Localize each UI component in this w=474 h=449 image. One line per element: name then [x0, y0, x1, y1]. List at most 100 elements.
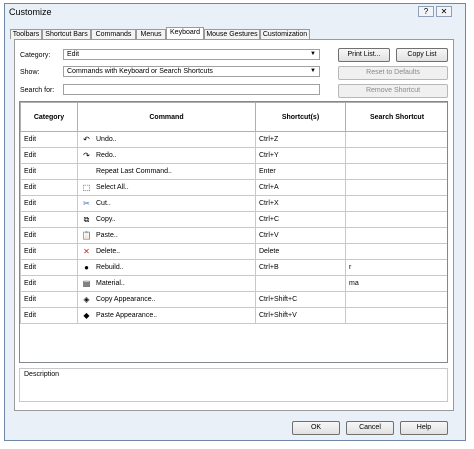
empty-cell — [256, 324, 346, 340]
show-select[interactable]: Commands with Keyboard or Search Shortcu… — [63, 66, 320, 77]
shortcut-cell[interactable]: Ctrl+X — [255, 195, 346, 212]
command-cell: ↷ Redo.. — [77, 147, 256, 164]
shortcut-table: Category Command Shortcut(s) Search Shor… — [19, 101, 448, 363]
category-cell: Edit — [20, 179, 78, 196]
tab-menus[interactable]: Menus — [136, 29, 166, 39]
tab-toolbars[interactable]: Toolbars — [10, 29, 42, 39]
remove-shortcut-button[interactable]: Remove Shortcut — [338, 84, 448, 98]
tab-shortcut-bars[interactable]: Shortcut Bars — [42, 29, 91, 39]
table-row[interactable]: Edit ✂ Cut.. Ctrl+X — [20, 195, 447, 212]
category-cell: Edit — [20, 163, 78, 180]
tab-mouse-gestures[interactable]: Mouse Gestures — [204, 29, 260, 39]
table-row[interactable]: Edit ⬚ Select All.. Ctrl+A — [20, 179, 447, 196]
column-header-command[interactable]: Command — [77, 102, 256, 132]
shortcut-cell[interactable]: Enter — [255, 163, 346, 180]
search-shortcut-cell[interactable] — [345, 243, 447, 260]
command-label: Material.. — [96, 280, 125, 287]
search-shortcut-cell[interactable]: r — [345, 259, 447, 276]
tab-keyboard[interactable]: Keyboard — [166, 27, 204, 39]
command-cell: 📋 Paste.. — [77, 227, 256, 244]
material-icon: ▤ — [82, 278, 91, 288]
command-label: Select All.. — [96, 184, 129, 191]
shortcut-cell[interactable]: Ctrl+B — [255, 259, 346, 276]
command-cell: ▤ Material.. — [77, 275, 256, 292]
ok-button[interactable]: OK — [292, 421, 340, 435]
shortcut-cell[interactable]: Ctrl+Shift+C — [255, 291, 346, 308]
search-shortcut-cell[interactable] — [345, 179, 447, 196]
empty-cell — [21, 324, 78, 340]
search-shortcut-cell[interactable] — [345, 211, 447, 228]
shortcut-cell[interactable]: Ctrl+Z — [255, 131, 346, 148]
table-row[interactable]: Edit Repeat Last Command.. Enter — [20, 163, 447, 180]
cancel-button[interactable]: Cancel — [346, 421, 394, 435]
table-row[interactable]: Edit 📋 Paste.. Ctrl+V — [20, 227, 447, 244]
command-label: Paste.. — [96, 232, 118, 239]
select-all-icon: ⬚ — [82, 182, 91, 192]
table-row[interactable]: Edit ✕ Delete.. Delete — [20, 243, 447, 260]
column-header-category[interactable]: Category — [20, 102, 78, 132]
command-label: Repeat Last Command.. — [96, 168, 172, 175]
search-shortcut-cell[interactable]: ma — [345, 275, 447, 292]
table-row[interactable]: Edit ↷ Redo.. Ctrl+Y — [20, 147, 447, 164]
command-label: Delete.. — [96, 248, 121, 255]
paste-icon: 📋 — [81, 230, 92, 240]
command-cell: ✕ Delete.. — [77, 243, 256, 260]
print-list-button[interactable]: Print List... — [338, 48, 390, 62]
shortcut-cell[interactable]: Ctrl+Y — [255, 147, 346, 164]
command-cell: ⬚ Select All.. — [77, 179, 256, 196]
shortcut-cell[interactable]: Ctrl+Shift+V — [255, 307, 346, 324]
category-label: Category: — [20, 52, 51, 59]
redo-icon: ↷ — [83, 150, 90, 160]
blank-icon — [81, 167, 92, 177]
table-row[interactable]: Edit ● Rebuild.. Ctrl+B r — [20, 259, 447, 276]
close-icon[interactable]: ✕ — [436, 6, 452, 17]
dialog-title: Customize — [9, 7, 52, 17]
description-label: Description — [24, 371, 60, 378]
copy-appearance-icon: ◈ — [83, 294, 90, 304]
search-input[interactable] — [63, 84, 320, 95]
rebuild-icon: ● — [84, 262, 89, 272]
category-select[interactable]: Edit ▼ — [63, 49, 320, 60]
shortcut-cell[interactable]: Delete — [255, 243, 346, 260]
copy-list-button[interactable]: Copy List — [396, 48, 448, 62]
search-shortcut-cell[interactable] — [345, 131, 447, 148]
delete-icon: ✕ — [83, 246, 90, 256]
category-cell: Edit — [20, 131, 78, 148]
tab-commands[interactable]: Commands — [91, 29, 136, 39]
column-header-shortcuts[interactable]: Shortcut(s) — [255, 102, 346, 132]
shortcut-cell[interactable]: Ctrl+V — [255, 227, 346, 244]
table-row[interactable]: Edit ▤ Material.. ma — [20, 275, 447, 292]
shortcut-cell[interactable]: Ctrl+A — [255, 179, 346, 196]
help-button[interactable]: Help — [400, 421, 448, 435]
search-shortcut-cell[interactable] — [345, 291, 447, 308]
table-row[interactable]: Edit ⧉ Copy.. Ctrl+C — [20, 211, 447, 228]
command-cell: Repeat Last Command.. — [77, 163, 256, 180]
search-shortcut-cell[interactable] — [345, 307, 447, 324]
chevron-down-icon: ▼ — [310, 68, 316, 74]
search-label: Search for: — [20, 87, 55, 94]
category-cell: Edit — [20, 275, 78, 292]
reset-to-defaults-button[interactable]: Reset to Defaults — [338, 66, 448, 80]
show-label: Show: — [20, 69, 40, 76]
show-value: Commands with Keyboard or Search Shortcu… — [67, 68, 213, 75]
command-cell: ↶ Undo.. — [77, 131, 256, 148]
paste-appearance-icon: ◆ — [83, 310, 90, 320]
command-label: Undo.. — [96, 136, 117, 143]
table-row[interactable]: Edit ↶ Undo.. Ctrl+Z — [20, 131, 447, 148]
search-shortcut-cell[interactable] — [345, 163, 447, 180]
category-value: Edit — [67, 51, 80, 58]
tab-customization[interactable]: Customization — [260, 29, 310, 39]
shortcut-cell[interactable] — [255, 275, 346, 292]
table-row[interactable]: Edit ◆ Paste Appearance.. Ctrl+Shift+V — [20, 307, 447, 324]
shortcut-cell[interactable]: Ctrl+C — [255, 211, 346, 228]
command-cell: ● Rebuild.. — [77, 259, 256, 276]
column-header-search-shortcut[interactable]: Search Shortcut — [345, 102, 447, 132]
search-shortcut-cell[interactable] — [345, 227, 447, 244]
command-label: Paste Appearance.. — [96, 312, 158, 319]
command-cell: ◆ Paste Appearance.. — [77, 307, 256, 324]
table-row[interactable]: Edit ◈ Copy Appearance.. Ctrl+Shift+C — [20, 291, 447, 308]
help-title-button[interactable]: ? — [418, 6, 434, 17]
chevron-down-icon: ▼ — [310, 51, 316, 57]
search-shortcut-cell[interactable] — [345, 147, 447, 164]
search-shortcut-cell[interactable] — [345, 195, 447, 212]
